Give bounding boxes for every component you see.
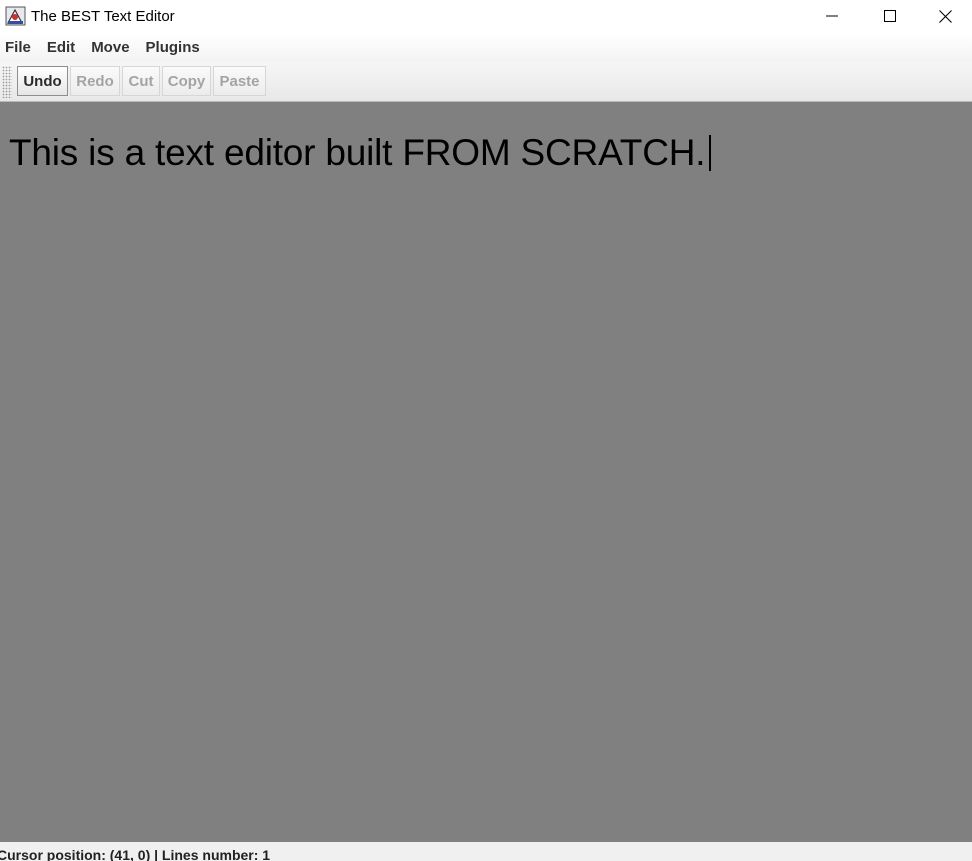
java-app-icon <box>5 6 26 26</box>
editor-text-line: This is a text editor built FROM SCRATCH… <box>9 132 712 174</box>
app-window: The BEST Text Editor File Edit Move Plug… <box>0 0 972 861</box>
menu-plugins[interactable]: Plugins <box>146 33 208 62</box>
menu-bar: File Edit Move Plugins <box>0 33 972 62</box>
text-editor-area[interactable]: This is a text editor built FROM SCRATCH… <box>0 102 972 842</box>
cut-button[interactable]: Cut <box>122 66 160 96</box>
close-icon <box>939 9 952 23</box>
maximize-icon <box>884 10 896 22</box>
minimize-icon <box>826 15 838 17</box>
copy-button[interactable]: Copy <box>162 66 211 96</box>
close-button[interactable] <box>919 0 972 32</box>
paste-button[interactable]: Paste <box>213 66 266 96</box>
minimize-button[interactable] <box>803 0 861 32</box>
text-caret <box>709 135 712 171</box>
toolbar-grip-handle[interactable] <box>2 66 12 98</box>
toolbar: Undo Redo Cut Copy Paste <box>0 62 972 102</box>
window-title: The BEST Text Editor <box>31 8 175 25</box>
menu-edit[interactable]: Edit <box>47 33 83 62</box>
title-bar[interactable]: The BEST Text Editor <box>0 0 972 33</box>
menu-file[interactable]: File <box>5 33 39 62</box>
menu-move[interactable]: Move <box>91 33 137 62</box>
status-text: Cursor position: (41, 0) | Lines number:… <box>0 847 271 861</box>
maximize-button[interactable] <box>861 0 919 32</box>
redo-button[interactable]: Redo <box>70 66 120 96</box>
undo-button[interactable]: Undo <box>17 66 68 96</box>
editor-text: This is a text editor built FROM SCRATCH… <box>9 132 706 173</box>
status-bar: Cursor position: (41, 0) | Lines number:… <box>0 842 972 861</box>
